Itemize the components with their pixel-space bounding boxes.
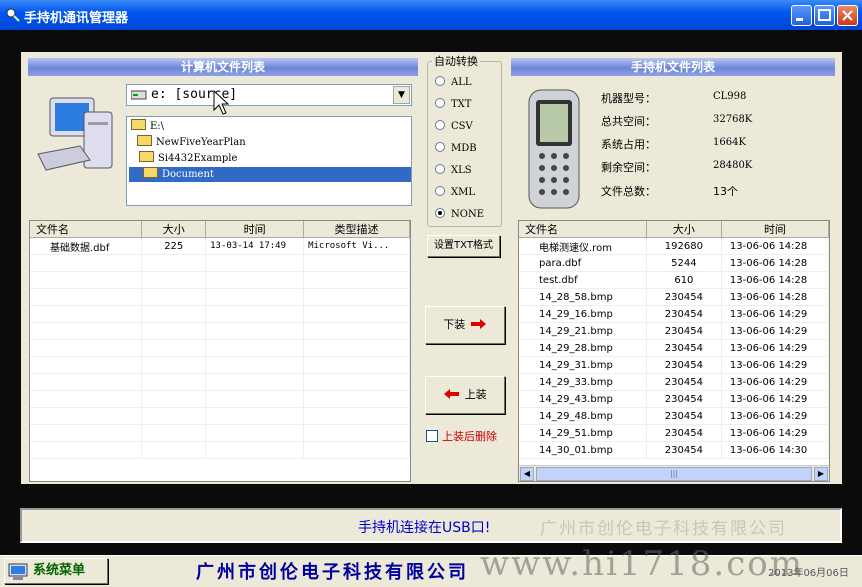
computer-small-icon <box>8 563 28 580</box>
mouse-cursor-icon <box>213 90 229 115</box>
title-bar[interactable]: 手持机通讯管理器 <box>0 0 862 30</box>
folder-item[interactable]: NewFiveYearPlan <box>137 135 246 150</box>
convert-group-label: 自动转换 <box>432 53 480 69</box>
status-message: 手持机连接在USB口! <box>358 520 491 536</box>
txt-format-button[interactable]: 设置TXT格式 <box>427 235 500 257</box>
window-title: 手持机通讯管理器 <box>24 11 129 26</box>
drive-select[interactable]: e: [source] ▼ <box>126 84 412 106</box>
info-label-free: 剩余空间： <box>601 161 656 174</box>
folder-open-icon <box>131 119 146 130</box>
radio-mdb[interactable]: MDB <box>435 142 477 154</box>
column-header[interactable]: 文件名 <box>30 221 143 238</box>
radio-all[interactable]: ALL <box>435 76 472 88</box>
table-row[interactable]: 14_30_01.bmp 230454 13-06-06 14:30 <box>519 441 829 459</box>
info-value-total: 32768K <box>713 114 753 125</box>
folder-item-selected[interactable]: Document <box>129 167 411 182</box>
scroll-left-icon[interactable]: ◀ <box>520 467 534 481</box>
checkbox-box[interactable] <box>426 430 438 442</box>
arrow-left-icon <box>444 389 460 399</box>
app-icon <box>6 8 20 22</box>
status-bar: 手持机连接在USB口! 广州市创伦电子科技有限公司 <box>20 508 842 543</box>
folder-open-icon <box>139 151 154 162</box>
info-value-system: 1664K <box>713 137 746 148</box>
footer-date: 2013年06月06日 <box>768 568 849 579</box>
handheld-panel-header: 手持机文件列表 <box>511 58 835 76</box>
folder-open-icon <box>143 167 158 178</box>
table-row[interactable]: 14_29_51.bmp 230454 13-06-06 14:29 <box>519 424 829 442</box>
computer-icon <box>37 97 113 171</box>
computer-file-table[interactable]: 文件名 大小 时间 类型描述 基础数据.dbf 225 13-03-14 17:… <box>29 220 411 482</box>
info-label-count: 文件总数： <box>601 185 656 198</box>
table-row[interactable]: 14_29_28.bmp 230454 13-06-06 14:29 <box>519 339 829 357</box>
radio-xml[interactable]: XML <box>435 186 475 198</box>
folder-item[interactable]: Si4432Example <box>139 151 237 166</box>
table-row[interactable]: 14_29_48.bmp 230454 13-06-06 14:29 <box>519 407 829 425</box>
table-row[interactable]: 基础数据.dbf 225 13-03-14 17:49 Microsoft Vi… <box>30 237 410 255</box>
table-row[interactable]: 14_29_33.bmp 230454 13-06-06 14:29 <box>519 373 829 391</box>
table-row[interactable]: 14_29_16.bmp 230454 13-06-06 14:29 <box>519 305 829 323</box>
computer-panel-header: 计算机文件列表 <box>28 58 418 76</box>
maximize-button[interactable] <box>814 5 835 26</box>
folder-item[interactable]: E:\ <box>131 119 164 134</box>
horizontal-scrollbar[interactable]: ◀ ||| ▶ <box>519 465 829 481</box>
column-header[interactable]: 类型描述 <box>303 221 410 238</box>
upload-button[interactable]: 上装 <box>425 376 505 414</box>
radio-csv[interactable]: CSV <box>435 120 473 132</box>
table-row[interactable]: 14_29_31.bmp 230454 13-06-06 14:29 <box>519 356 829 374</box>
minimize-button[interactable] <box>791 5 812 26</box>
info-value-model: CL998 <box>713 91 747 102</box>
chevron-down-icon[interactable]: ▼ <box>393 86 410 104</box>
footer-bar: 系统菜单 广州市创伦电子科技有限公司 www.hi1718.com 2013年0… <box>0 544 862 587</box>
arrow-right-icon <box>470 319 486 329</box>
delete-after-upload-checkbox[interactable]: 上装后删除 <box>426 428 497 444</box>
close-button[interactable] <box>837 5 858 26</box>
handheld-file-table[interactable]: 文件名 大小 时间 电梯测速仪.rom 192680 13-06-06 14:28 p… <box>518 220 830 482</box>
table-row[interactable]: 14_29_21.bmp 230454 13-06-06 14:29 <box>519 322 829 340</box>
table-row[interactable]: 14_29_43.bmp 230454 13-06-06 14:29 <box>519 390 829 408</box>
scroll-thumb[interactable]: ||| <box>536 467 812 481</box>
info-value-free: 28480K <box>713 160 753 171</box>
info-value-count: 13个 <box>713 185 738 198</box>
drive-icon <box>131 90 147 100</box>
system-menu-button[interactable]: 系统菜单 <box>4 558 108 584</box>
column-header[interactable]: 文件名 <box>519 221 647 238</box>
scroll-right-icon[interactable]: ▶ <box>814 467 828 481</box>
info-label-total: 总共空间： <box>601 115 656 128</box>
radio-txt[interactable]: TXT <box>435 98 471 110</box>
column-header[interactable]: 大小 <box>646 221 722 238</box>
table-row[interactable]: test.dbf 610 13-06-06 14:28 <box>519 271 829 289</box>
table-row[interactable]: para.dbf 5244 13-06-06 14:28 <box>519 254 829 272</box>
radio-none[interactable]: NONE <box>435 208 484 220</box>
table-row[interactable]: 14_28_58.bmp 230454 13-06-06 14:28 <box>519 288 829 306</box>
info-label-model: 机器型号： <box>601 92 656 105</box>
handheld-device-icon <box>528 89 580 209</box>
status-watermark: 广州市创伦电子科技有限公司 <box>540 519 787 539</box>
footer-watermark: www.hi1718.com <box>480 544 804 584</box>
column-header[interactable]: 时间 <box>205 221 305 238</box>
folder-tree[interactable]: E:\ NewFiveYearPlan Si4432Example Docume… <box>126 116 412 206</box>
info-label-system: 系统占用： <box>601 138 656 151</box>
column-header[interactable]: 大小 <box>141 221 207 238</box>
table-row[interactable]: 电梯测速仪.rom 192680 13-06-06 14:28 <box>519 237 829 255</box>
column-header[interactable]: 时间 <box>721 221 829 238</box>
company-name: 广州市创伦电子科技有限公司 <box>196 562 469 583</box>
folder-open-icon <box>137 135 152 146</box>
download-button[interactable]: 下装 <box>425 306 505 344</box>
radio-xls[interactable]: XLS <box>435 164 472 176</box>
convert-group: 自动转换 ALL TXT CSV MDB XLS XML NONE <box>427 53 502 227</box>
